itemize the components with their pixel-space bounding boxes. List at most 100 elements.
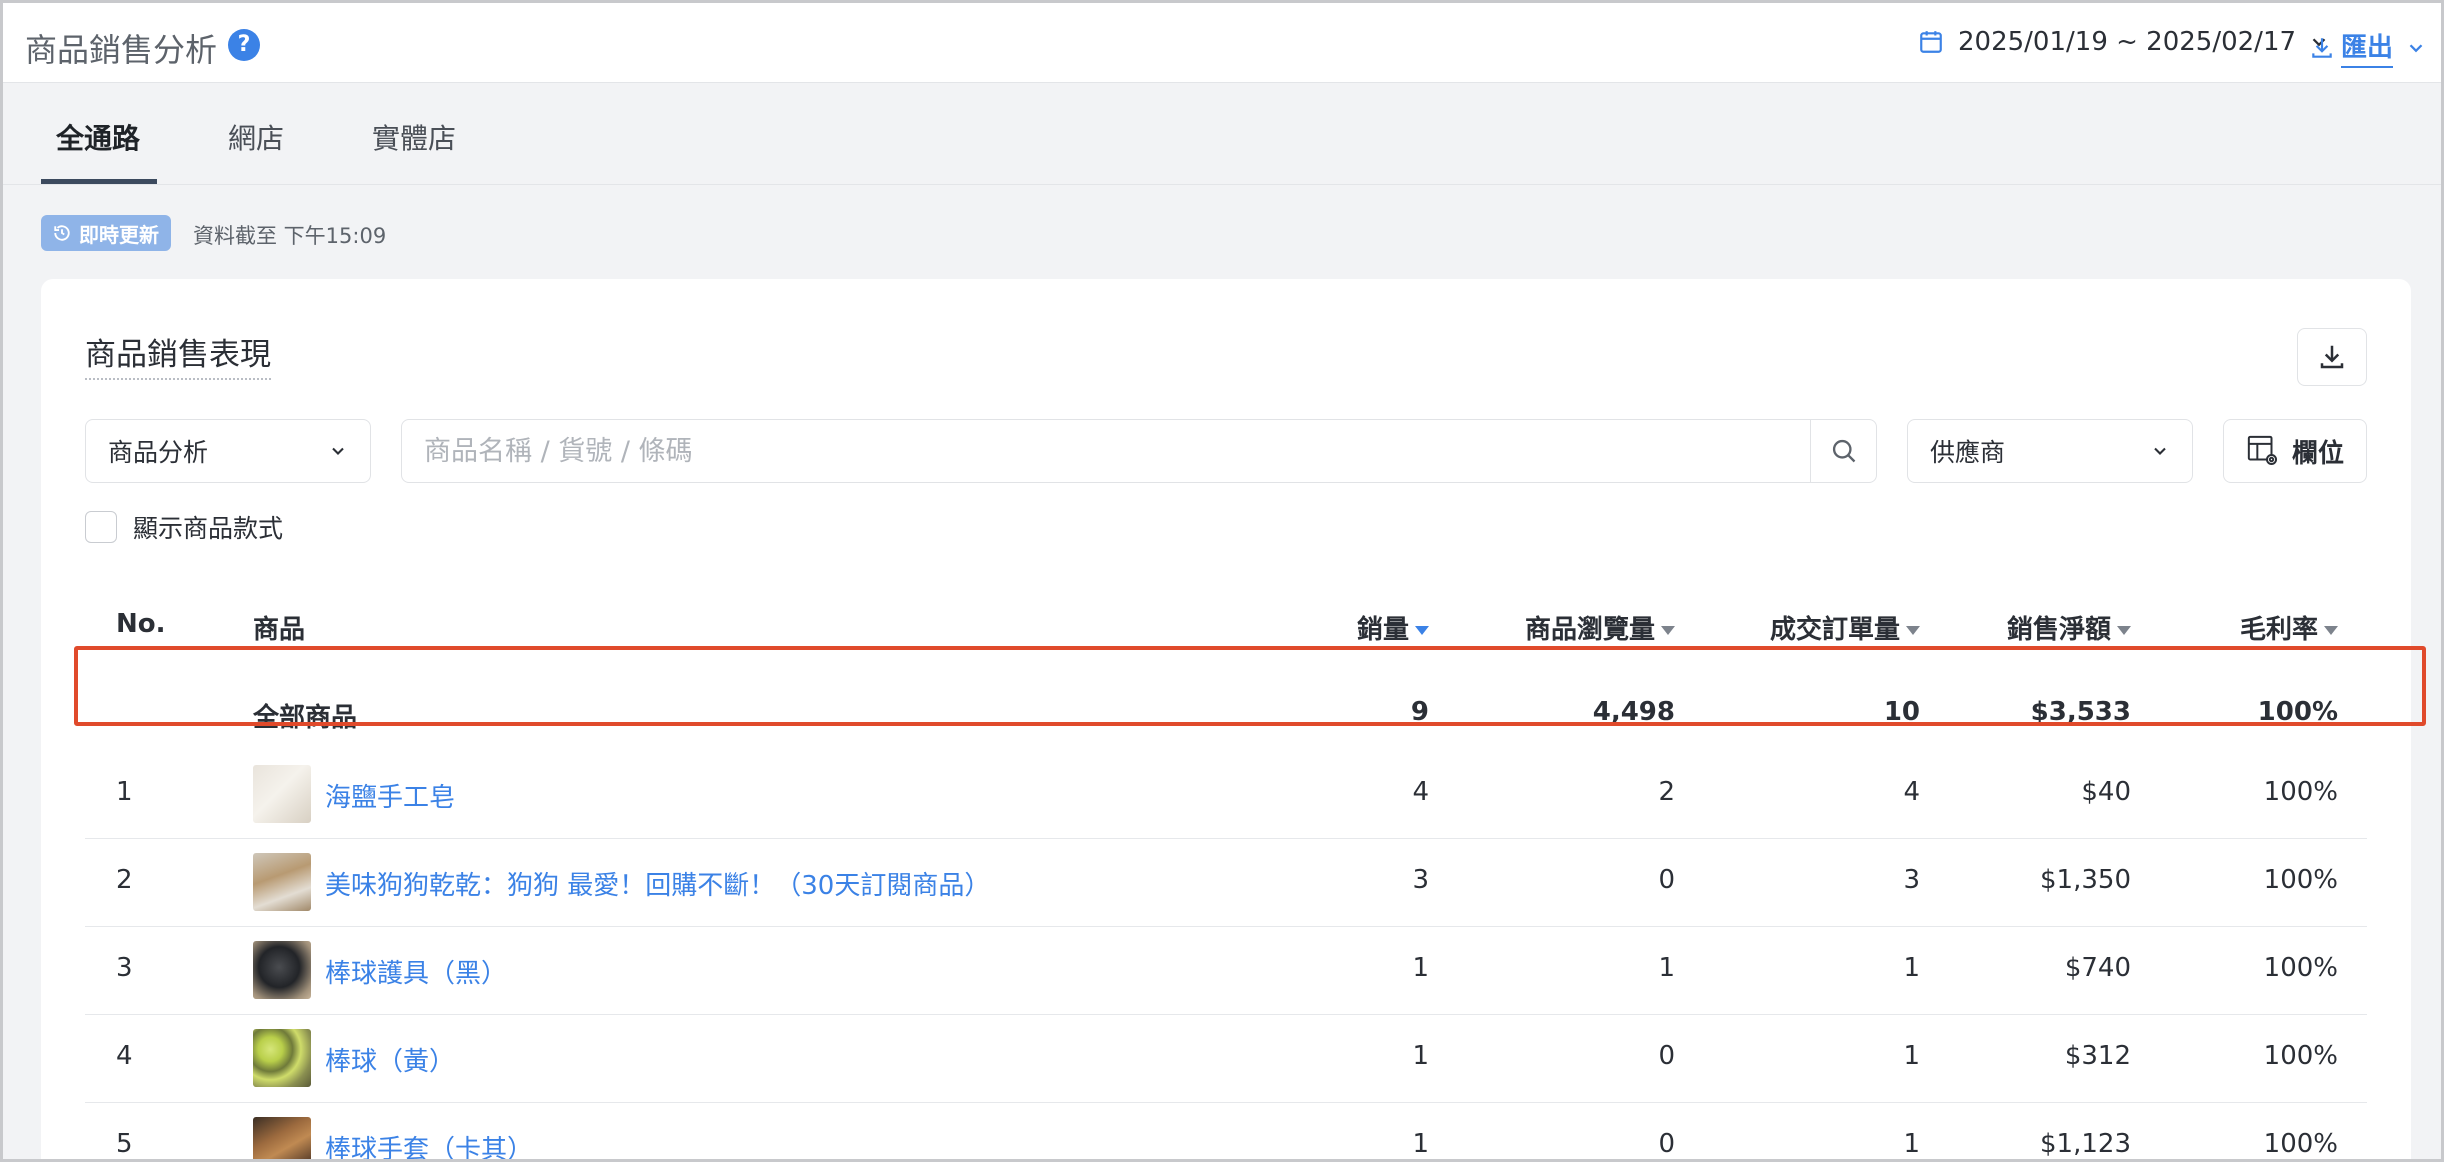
header-product: 商品 [253,615,306,645]
chevron-down-icon [2154,447,2166,455]
row-qty: 1 [1412,953,1429,983]
row-margin: 100% [2263,777,2338,807]
row-orders: 1 [1903,953,1920,983]
tab-online-store[interactable]: 網店 [228,117,284,157]
calendar-icon [1920,31,1942,53]
row-qty: 1 [1412,1041,1429,1071]
product-search [401,419,1877,483]
columns-label: 欄位 [2291,438,2344,469]
analysis-type-select[interactable]: 商品分析 [85,419,371,483]
search-button[interactable] [1810,420,1876,482]
analysis-type-value: 商品分析 [108,438,209,467]
header-qty[interactable]: 銷量 [1356,609,1429,649]
export-button[interactable]: 匯出 [2309,27,2427,68]
total-row-highlight [74,646,2426,726]
product-link[interactable]: 美味狗狗乾乾：狗狗 最愛！回購不斷！（30天訂閱商品） [325,865,990,902]
row-orders: 1 [1903,1129,1920,1159]
row-qty: 4 [1412,777,1429,807]
sort-icon [1906,626,1920,635]
header-qty-label: 銷量 [1356,615,1409,649]
row-margin: 100% [2263,1041,2338,1071]
row-qty: 1 [1412,1129,1429,1159]
app-window: 商品銷售分析 ? 2025/01/19 ~ 2025/02/17 匯出 全通路 … [0,0,2444,1162]
product-link[interactable]: 棒球（黃） [325,1041,455,1078]
header-orders[interactable]: 成交訂單量 [1769,609,1920,649]
table-row: 4 棒球（黃） 1 0 1 $312 100% [85,1015,2367,1103]
product-link[interactable]: 棒球手套（卡其） [325,1129,533,1159]
active-tab-indicator [41,179,157,184]
row-no: 1 [116,777,133,807]
product-link[interactable]: 海鹽手工皂 [325,777,455,814]
header-net-sales[interactable]: 銷售淨額 [2006,609,2131,649]
row-no: 5 [116,1129,133,1159]
row-orders: 1 [1903,1041,1920,1071]
columns-settings-button[interactable]: 欄位 [2223,419,2367,483]
header-margin-label: 毛利率 [2239,615,2318,649]
row-no: 3 [116,953,133,983]
table-settings-icon [2247,435,2278,466]
row-no: 2 [116,865,133,895]
supplier-select-value: 供應商 [1930,438,2006,467]
supplier-select[interactable]: 供應商 [1907,419,2193,483]
header-views[interactable]: 商品瀏覽量 [1524,609,1675,649]
download-icon [2312,37,2332,58]
table-row: 1 海鹽手工皂 4 2 4 $40 100% [85,751,2367,839]
table-row: 3 棒球護具（黑） 1 1 1 $740 100% [85,927,2367,1015]
row-margin: 100% [2263,865,2338,895]
row-net-sales: $312 [2064,1041,2131,1071]
page-title: 商品銷售分析 [25,31,218,69]
row-orders: 4 [1903,777,1920,807]
realtime-badge: 即時更新 [41,215,171,251]
product-thumbnail[interactable] [253,1029,311,1087]
row-views: 1 [1658,953,1675,983]
card-title: 商品銷售表現 [85,329,271,380]
row-views: 0 [1658,1129,1675,1159]
realtime-badge-label: 即時更新 [79,222,159,247]
row-net-sales: $1,123 [2040,1129,2131,1159]
row-orders: 3 [1903,865,1920,895]
date-range-text: 2025/01/19 ~ 2025/02/17 [1958,27,2297,57]
tab-all-channels[interactable]: 全通路 [56,117,140,157]
row-margin: 100% [2263,1129,2338,1159]
table-row: 2 美味狗狗乾乾：狗狗 最愛！回購不斷！（30天訂閱商品） 3 0 3 $1,3… [85,839,2367,927]
show-variants-checkbox[interactable] [85,511,117,543]
header-net-sales-label: 銷售淨額 [2006,615,2111,649]
data-updated-time: 資料截至 下午15:09 [193,224,387,248]
row-net-sales: $40 [2081,777,2131,807]
sales-performance-card: 商品銷售表現 商品分析 供應商 欄位 [41,279,2426,1159]
header-no: No. [116,609,166,639]
tab-retail-store[interactable]: 實體店 [372,117,456,157]
product-search-input[interactable] [402,420,1812,482]
search-icon [1832,439,1855,463]
sort-icon [2117,626,2131,635]
show-variants-option[interactable]: 顯示商品款式 [85,509,283,545]
row-no: 4 [116,1041,133,1071]
product-thumbnail[interactable] [253,1117,311,1159]
question-circle-icon[interactable]: ? [228,29,260,61]
product-thumbnail[interactable] [253,853,311,911]
top-bar: 商品銷售分析 ? 2025/01/19 ~ 2025/02/17 匯出 [3,3,2441,83]
sort-desc-icon [1415,626,1429,635]
row-views: 2 [1658,777,1675,807]
row-views: 0 [1658,1041,1675,1071]
header-views-label: 商品瀏覽量 [1524,615,1655,649]
row-qty: 3 [1412,865,1429,895]
download-report-button[interactable] [2297,328,2367,386]
product-link[interactable]: 棒球護具（黑） [325,953,507,990]
date-range-picker[interactable]: 2025/01/19 ~ 2025/02/17 [1918,27,2330,57]
export-label: 匯出 [2341,27,2394,68]
row-views: 0 [1658,865,1675,895]
history-icon [54,225,70,241]
header-orders-label: 成交訂單量 [1769,615,1900,649]
table-row: 5 棒球手套（卡其） 1 0 1 $1,123 100% [85,1103,2367,1159]
show-variants-label: 顯示商品款式 [133,514,284,543]
product-thumbnail[interactable] [253,765,311,823]
sort-icon [1661,626,1675,635]
header-margin[interactable]: 毛利率 [2239,609,2338,649]
row-margin: 100% [2263,953,2338,983]
product-thumbnail[interactable] [253,941,311,999]
row-net-sales: $740 [2064,953,2131,983]
download-icon [2320,345,2344,369]
chevron-down-icon [332,447,344,455]
row-net-sales: $1,350 [2040,865,2131,895]
